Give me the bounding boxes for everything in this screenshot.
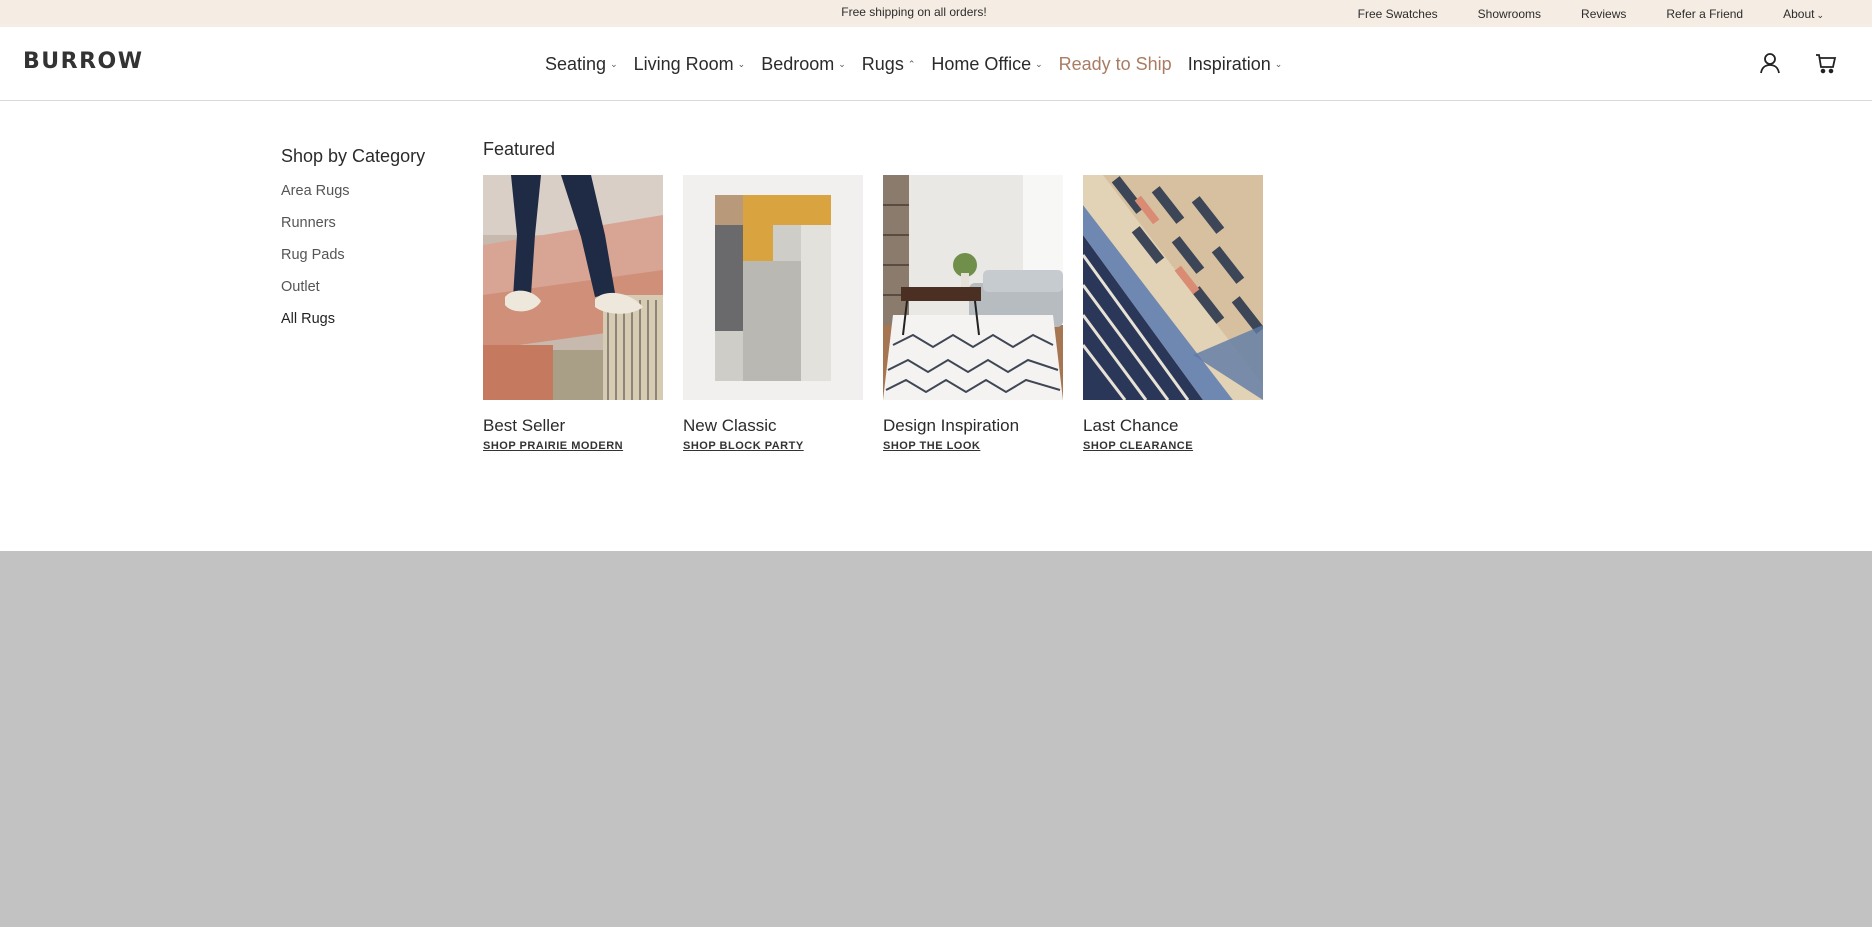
free-swatches-link[interactable]: Free Swatches bbox=[1358, 7, 1438, 21]
announcement-bar: Free shipping on all orders! Free Swatch… bbox=[0, 0, 1872, 27]
card-title: Last Chance bbox=[1083, 416, 1179, 435]
nav-rugs[interactable]: Rugs ⌃ bbox=[862, 54, 916, 75]
shop-block-party-link[interactable]: SHOP BLOCK PARTY bbox=[683, 440, 804, 452]
nav-home-office-label: Home Office bbox=[931, 53, 1032, 74]
refer-a-friend-link[interactable]: Refer a Friend bbox=[1666, 7, 1743, 21]
shop-the-look-link[interactable]: SHOP THE LOOK bbox=[883, 440, 980, 452]
chevron-down-icon: ⌄ bbox=[1274, 58, 1283, 69]
nav-bedroom[interactable]: Bedroom ⌄ bbox=[761, 54, 846, 75]
chevron-down-icon: ⌄ bbox=[1816, 9, 1824, 20]
card-title: Design Inspiration bbox=[883, 416, 1020, 435]
featured-card-last-chance[interactable]: Last Chance SHOP CLEARANCE bbox=[1083, 175, 1263, 454]
chevron-down-icon: ⌄ bbox=[838, 58, 846, 69]
chevron-down-icon: ⌄ bbox=[1035, 58, 1043, 69]
about-label: About bbox=[1783, 6, 1815, 21]
chevron-down-icon: ⌄ bbox=[737, 58, 746, 69]
chevron-down-icon: ⌄ bbox=[610, 58, 618, 69]
chevron-up-icon: ⌃ bbox=[907, 58, 916, 69]
page-overlay[interactable] bbox=[0, 551, 1872, 927]
reviews-link[interactable]: Reviews bbox=[1581, 7, 1626, 21]
cart-icon[interactable] bbox=[1814, 51, 1838, 75]
nav-seating[interactable]: Seating ⌄ bbox=[545, 54, 618, 75]
featured-card-best-seller[interactable]: Best Seller SHOP PRAIRIE MODERN bbox=[483, 175, 663, 454]
nav-ready-to-ship[interactable]: Ready to Ship bbox=[1059, 54, 1172, 75]
category-runners[interactable]: Runners bbox=[281, 215, 350, 247]
about-menu[interactable]: About ⌄ bbox=[1783, 7, 1824, 21]
site-header: BURROW Seating ⌄ Living Room ⌄ Bedroom ⌄ Ru… bbox=[0, 27, 1872, 101]
rugs-mega-menu: Shop by Category Area Rugs Runners Rug P… bbox=[0, 101, 1872, 551]
featured-heading: Featured bbox=[483, 139, 556, 159]
card-title: New Classic bbox=[683, 416, 777, 435]
nav-living-room-label: Living Room bbox=[633, 53, 734, 74]
category-list: Area Rugs Runners Rug Pads Outlet All Ru… bbox=[281, 183, 350, 343]
category-area-rugs[interactable]: Area Rugs bbox=[281, 183, 350, 215]
category-all-rugs[interactable]: All Rugs bbox=[281, 311, 350, 343]
featured-card-new-classic[interactable]: New Classic SHOP BLOCK PARTY bbox=[683, 175, 863, 454]
nav-seating-label: Seating bbox=[545, 53, 607, 74]
prairie-modern-rug-image[interactable] bbox=[483, 175, 663, 400]
burrow-logo[interactable]: BURROW bbox=[23, 49, 143, 74]
category-rug-pads[interactable]: Rug Pads bbox=[281, 247, 350, 279]
user-icon[interactable] bbox=[1758, 51, 1782, 75]
main-nav: Seating ⌄ Living Room ⌄ Bedroom ⌄ Rugs ⌃ Hom… bbox=[545, 27, 1298, 101]
block-party-rug-image[interactable] bbox=[683, 175, 863, 400]
shop-clearance-link[interactable]: SHOP CLEARANCE bbox=[1083, 440, 1193, 452]
shop-by-category-heading: Shop by Category bbox=[281, 146, 426, 166]
nav-living-room[interactable]: Living Room ⌄ bbox=[634, 54, 746, 75]
showrooms-link[interactable]: Showrooms bbox=[1478, 7, 1541, 21]
category-outlet[interactable]: Outlet bbox=[281, 279, 350, 311]
clearance-rug-image[interactable] bbox=[1083, 175, 1263, 400]
utility-links: Free Swatches Showrooms Reviews Refer a … bbox=[1318, 0, 1824, 27]
nav-inspiration-label: Inspiration bbox=[1187, 53, 1271, 74]
nav-inspiration[interactable]: Inspiration ⌄ bbox=[1188, 54, 1283, 75]
living-room-look-image[interactable] bbox=[883, 175, 1063, 400]
shop-prairie-modern-link[interactable]: SHOP PRAIRIE MODERN bbox=[483, 440, 623, 452]
nav-bedroom-label: Bedroom bbox=[761, 53, 835, 74]
nav-home-office[interactable]: Home Office ⌄ bbox=[931, 54, 1042, 75]
nav-rugs-label: Rugs bbox=[861, 53, 904, 74]
card-title: Best Seller bbox=[483, 416, 566, 435]
featured-card-design-inspiration[interactable]: Design Inspiration SHOP THE LOOK bbox=[883, 175, 1063, 454]
